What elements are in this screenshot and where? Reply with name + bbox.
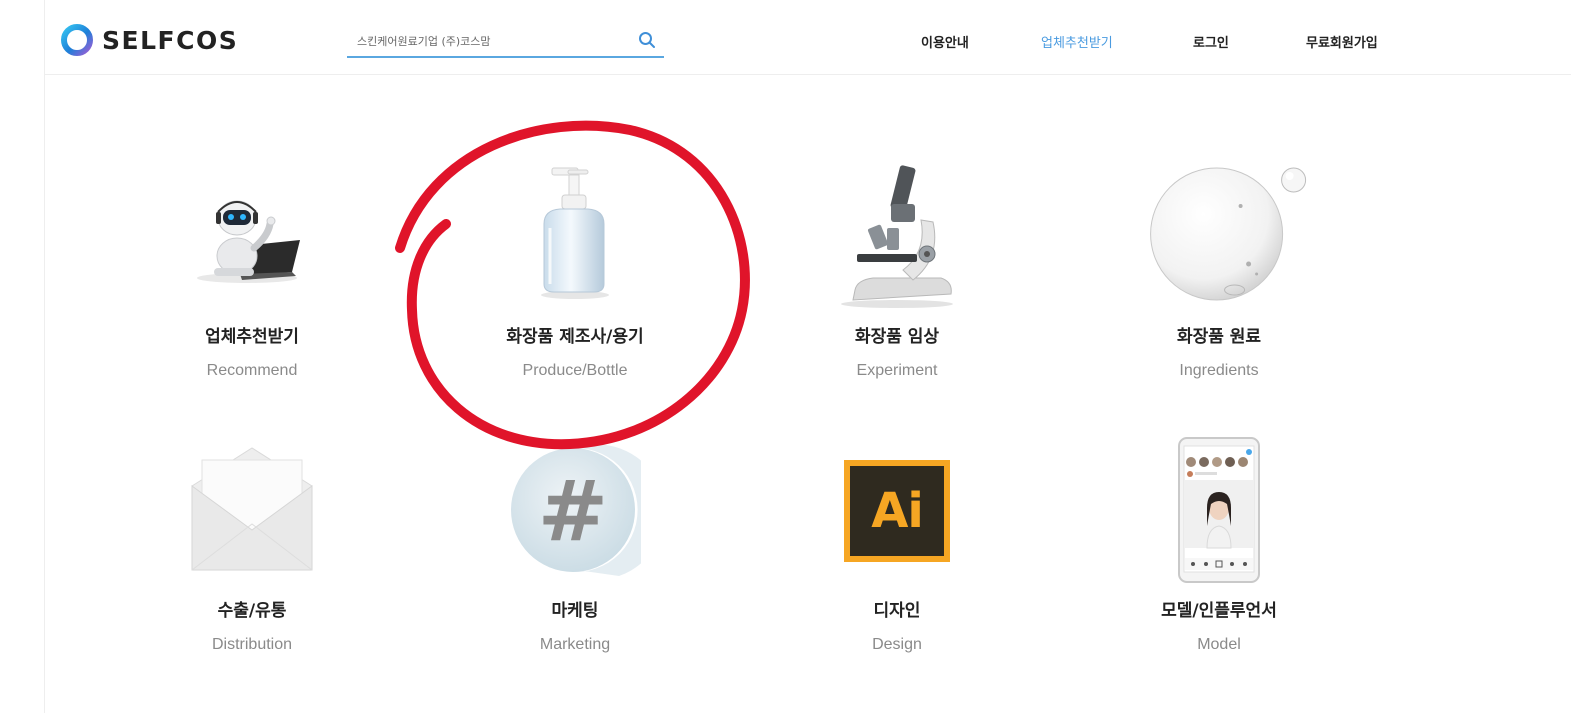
category-subtitle: Marketing xyxy=(539,636,611,653)
category-distribution[interactable]: 수출/유통 Distribution xyxy=(132,440,372,665)
logo-ring-icon xyxy=(61,24,93,56)
nav-guide[interactable]: 이용안내 xyxy=(921,32,969,51)
category-title: 모델/인플루언서 xyxy=(1161,601,1277,621)
logo-text: SELFCOS xyxy=(102,25,239,55)
category-title: 화장품 제조사/용기 xyxy=(506,327,644,347)
pump-bottle-icon xyxy=(541,167,609,299)
category-subtitle: Design xyxy=(872,636,922,653)
category-recommend[interactable]: 업체추천받기 Recommend xyxy=(132,160,372,390)
phone-instagram-icon xyxy=(1178,437,1260,583)
category-title: 업체추천받기 xyxy=(205,327,299,347)
category-title: 디자인 xyxy=(873,601,921,621)
hashtag-bubble-icon: # xyxy=(511,444,641,576)
category-produce-bottle[interactable]: 화장품 제조사/용기 Produce/Bottle xyxy=(455,160,695,390)
illustrator-icon: Ai xyxy=(844,460,950,562)
category-title: 마케팅 xyxy=(551,601,599,621)
nav-login[interactable]: 로그인 xyxy=(1193,32,1229,51)
category-subtitle: Model xyxy=(1197,636,1241,653)
nav-recommend[interactable]: 업체추천받기 xyxy=(1041,32,1113,51)
category-subtitle: Ingredients xyxy=(1179,362,1259,379)
nav-signup[interactable]: 무료회원가입 xyxy=(1306,32,1378,51)
microscope-icon xyxy=(841,165,953,308)
category-experiment[interactable]: 화장품 임상 Experiment xyxy=(777,160,1017,390)
category-subtitle: Produce/Bottle xyxy=(522,362,628,379)
illustrator-icon-text: Ai xyxy=(871,483,924,539)
page-left-border xyxy=(44,0,45,713)
category-subtitle: Experiment xyxy=(856,362,938,379)
category-title: 화장품 임상 xyxy=(854,327,940,347)
bubble-icon xyxy=(1150,167,1307,301)
category-model[interactable]: 모델/인플루언서 Model xyxy=(1099,437,1339,665)
site-header: SELFCOS 이용안내 업체추천받기 로그인 무료회원가입 xyxy=(44,0,1571,75)
category-subtitle: Recommend xyxy=(206,362,298,379)
category-subtitle: Distribution xyxy=(211,636,293,653)
category-design[interactable]: Ai 디자인 Design xyxy=(777,440,1017,665)
envelope-icon xyxy=(191,447,313,571)
category-title: 화장품 원료 xyxy=(1176,327,1262,347)
robot-laptop-icon xyxy=(197,200,300,283)
search-icon[interactable] xyxy=(638,31,656,49)
hashtag-glyph: # xyxy=(538,462,608,560)
search-input[interactable] xyxy=(357,30,627,52)
category-ingredients[interactable]: 화장품 원료 Ingredients xyxy=(1099,160,1339,390)
logo[interactable]: SELFCOS xyxy=(60,22,238,58)
category-title: 수출/유통 xyxy=(217,601,287,621)
category-marketing[interactable]: # 마케팅 Marketing xyxy=(455,440,695,665)
search-bar xyxy=(347,26,664,58)
